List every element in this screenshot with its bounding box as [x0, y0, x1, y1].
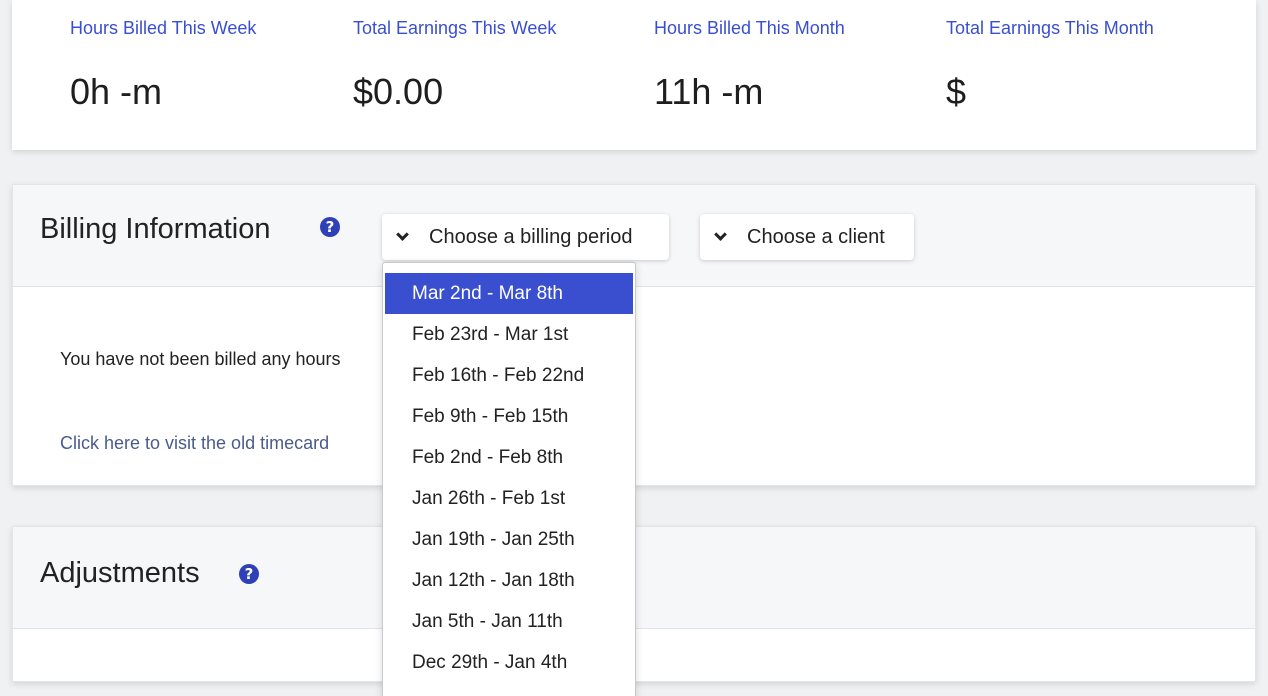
period-option[interactable]: Jan 12th - Jan 18th: [383, 560, 635, 601]
stat-label: Hours Billed This Month: [654, 18, 845, 38]
period-option[interactable]: Dec 29th - Jan 4th: [383, 642, 635, 683]
question-circle-icon[interactable]: ?: [239, 564, 259, 584]
period-option[interactable]: Jan 19th - Jan 25th: [383, 519, 635, 560]
period-option[interactable]: Jan 5th - Jan 11th: [383, 601, 635, 642]
client-select[interactable]: Choose a client: [700, 214, 914, 260]
stat-label: Total Earnings This Week: [353, 18, 557, 38]
old-timecard-link[interactable]: Click here to visit the old timecard: [60, 433, 329, 454]
period-option[interactable]: Feb 16th - Feb 22nd: [383, 355, 635, 396]
period-option[interactable]: Feb 23rd - Mar 1st: [383, 314, 635, 355]
period-option[interactable]: Mar 2nd - Mar 8th: [385, 273, 633, 314]
stat-label: Hours Billed This Week: [70, 18, 257, 38]
billing-period-select-label: Choose a billing period: [429, 225, 633, 248]
client-select-label: Choose a client: [747, 225, 885, 248]
stat-earnings-week: Total Earnings This Week $0.00: [353, 18, 556, 113]
chevron-down-icon: [396, 228, 409, 241]
chevron-down-icon: [714, 228, 727, 241]
stat-earnings-month: Total Earnings This Month $: [946, 18, 1154, 113]
earnings-summary-card: Hours Billed This Week 0h -m Total Earni…: [12, 0, 1256, 150]
billing-title: Billing Information: [40, 213, 271, 245]
stat-hours-week: Hours Billed This Week 0h -m: [70, 18, 256, 113]
stat-value: 11h -m: [654, 71, 764, 112]
stat-label: Total Earnings This Month: [946, 18, 1154, 38]
question-circle-icon[interactable]: ?: [320, 217, 340, 237]
stat-value: 0h -m: [70, 71, 163, 112]
stat-hours-month: Hours Billed This Month 11h -m: [654, 18, 845, 113]
billing-period-dropdown: Mar 2nd - Mar 8th Feb 23rd - Mar 1st Feb…: [382, 262, 636, 696]
period-option[interactable]: Feb 9th - Feb 15th: [383, 396, 635, 437]
period-option[interactable]: Jan 26th - Feb 1st: [383, 478, 635, 519]
adjustments-title: Adjustments: [40, 557, 200, 589]
period-option[interactable]: Feb 2nd - Feb 8th: [383, 437, 635, 478]
billing-period-select[interactable]: Choose a billing period: [382, 214, 669, 260]
timecard-page: Hours Billed This Week 0h -m Total Earni…: [0, 0, 1268, 696]
stat-value: $: [946, 71, 967, 112]
no-hours-message: You have not been billed any hours: [60, 349, 341, 369]
stat-value: $0.00: [353, 71, 444, 112]
